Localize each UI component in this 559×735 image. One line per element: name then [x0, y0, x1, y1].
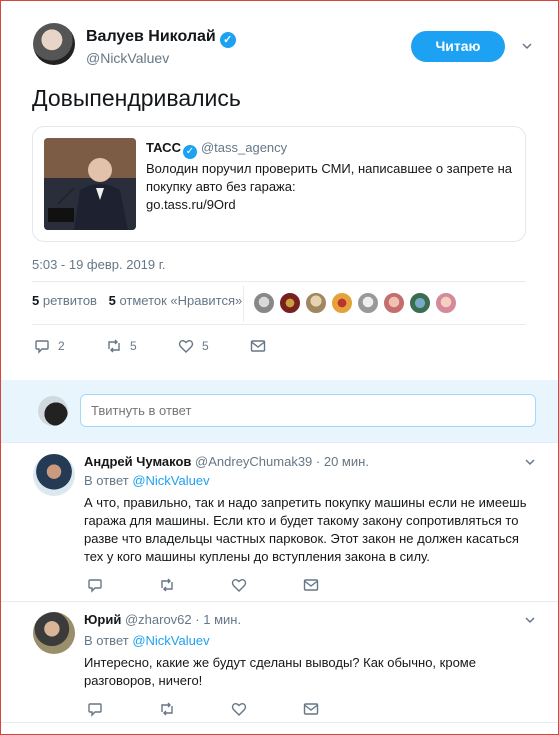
reply-icon [88, 579, 102, 593]
reply-icon [35, 340, 49, 354]
reply-header: Андрей Чумаков @AndreyChumak39 · 20 мин. [84, 454, 369, 469]
liker-avatar[interactable] [331, 292, 353, 314]
quoted-tweet-link[interactable]: go.tass.ru/9Ord [146, 196, 516, 214]
likes-stat[interactable]: 5 отметок «Нравится» [109, 293, 243, 308]
divider [32, 324, 526, 325]
retweet-action[interactable] [159, 575, 183, 595]
liker-avatar[interactable] [253, 292, 275, 314]
reply-author-avatar[interactable] [33, 612, 75, 654]
like-action[interactable]: 5 [178, 336, 209, 356]
retweet-icon [161, 702, 173, 716]
divider [0, 722, 559, 723]
reply-to: В ответ @NickValuev [84, 473, 210, 488]
reply-action[interactable]: 2 [34, 336, 65, 356]
message-icon [303, 703, 319, 715]
reply-author-handle[interactable]: @AndreyChumak39 [195, 454, 312, 469]
retweet-action[interactable] [159, 699, 183, 719]
reply-text: Интересно, какие же будут сделаны выводы… [84, 655, 476, 688]
reply-to-handle[interactable]: @NickValuev [132, 633, 209, 648]
message-action[interactable] [303, 575, 327, 595]
retweets-stat[interactable]: 5 ретвитов [32, 293, 97, 308]
reply-to-handle[interactable]: @NickValuev [132, 473, 209, 488]
quoted-tweet-body: Володин поручил проверить СМИ, написавше… [146, 161, 512, 194]
quoted-author-handle[interactable]: @tass_agency [201, 140, 287, 155]
chevron-down-icon[interactable] [524, 456, 536, 468]
chevron-down-icon[interactable] [524, 614, 536, 626]
like-action[interactable] [231, 575, 255, 595]
reply-to: В ответ @NickValuev [84, 633, 210, 648]
liker-avatar[interactable] [305, 292, 327, 314]
reply-icon [88, 703, 102, 717]
likes-count: 5 [108, 293, 116, 308]
reply-action[interactable] [87, 575, 111, 595]
like-action[interactable] [231, 699, 255, 719]
reply-tweet[interactable]: Юрий @zharov62 · 1 мин. В ответ @NickVal… [0, 602, 559, 722]
message-action[interactable] [303, 699, 327, 719]
author-handle[interactable]: @NickValuev [86, 50, 169, 66]
quoted-tweet-image [44, 138, 136, 230]
likes-label: отметок «Нравится» [119, 293, 243, 308]
tweet-timestamp[interactable]: 5:03 - 19 февр. 2019 г. [32, 257, 166, 272]
reply-author-handle[interactable]: @zharov62 [125, 612, 192, 627]
tweet-text: Довыпендривались [32, 85, 241, 111]
reply-actions [0, 699, 559, 723]
reply-author-name[interactable]: Юрий [84, 612, 121, 627]
retweet-count: 5 [130, 339, 137, 353]
reply-input[interactable] [80, 394, 536, 427]
quoted-tweet[interactable]: ТАСС ✓ @tass_agency Володин поручил провер… [32, 126, 526, 242]
message-action[interactable] [250, 336, 274, 356]
like-count: 5 [202, 339, 209, 353]
retweets-count: 5 [32, 293, 40, 308]
message-icon [250, 340, 266, 352]
reply-box-area [0, 380, 559, 442]
author-name-text[interactable]: Валуев Николай [86, 28, 216, 45]
reply-time[interactable]: · 20 мин. [316, 454, 369, 469]
verified-icon: ✓ [219, 32, 236, 48]
quoted-tweet-author[interactable]: ТАСС ✓ @tass_agency [146, 140, 287, 159]
retweet-icon [108, 339, 120, 353]
reply-actions [0, 575, 559, 599]
author-avatar[interactable] [33, 23, 75, 65]
reply-header: Юрий @zharov62 · 1 мин. [84, 612, 241, 627]
liker-avatar[interactable] [279, 292, 301, 314]
message-icon [303, 579, 319, 591]
reply-author-name[interactable]: Андрей Чумаков [84, 454, 191, 469]
tweet-actions: 2 5 5 [0, 336, 559, 360]
follow-button[interactable]: Читаю [411, 31, 505, 62]
heart-icon [231, 579, 247, 592]
reply-action[interactable] [87, 699, 111, 719]
reply-count: 2 [58, 339, 65, 353]
liker-avatar[interactable] [383, 292, 405, 314]
heart-icon [178, 340, 194, 353]
heart-icon [231, 703, 247, 716]
reply-to-prefix: В ответ [84, 473, 129, 488]
liker-avatar[interactable] [409, 292, 431, 314]
stats-separator [243, 286, 244, 322]
reply-tweet[interactable]: Андрей Чумаков @AndreyChumak39 · 20 мин.… [0, 442, 559, 602]
reply-time[interactable]: · 1 мин. [195, 612, 241, 627]
quoted-tweet-text: Володин поручил проверить СМИ, написавше… [146, 160, 516, 214]
retweet-action[interactable]: 5 [106, 336, 137, 356]
tweet-header: Валуев Николай ✓ @NickValuev Читаю [0, 0, 559, 90]
verified-icon: ✓ [182, 145, 197, 159]
liker-avatar[interactable] [435, 292, 457, 314]
divider [0, 442, 559, 443]
tweet-stats: 5 ретвитов 5 отметок «Нравится» [32, 293, 250, 308]
reply-text: А что, правильно, так и надо запретить п… [84, 495, 527, 564]
reply-author-avatar[interactable] [33, 454, 75, 496]
author-name[interactable]: Валуев Николай ✓ [86, 28, 236, 48]
quoted-author-name[interactable]: ТАСС [146, 140, 181, 155]
current-user-avatar [38, 396, 68, 426]
divider [32, 281, 526, 282]
reply-to-prefix: В ответ [84, 633, 129, 648]
retweet-icon [161, 578, 173, 592]
chevron-down-icon[interactable] [521, 40, 533, 52]
retweets-label: ретвитов [42, 293, 97, 308]
liker-avatar[interactable] [357, 292, 379, 314]
